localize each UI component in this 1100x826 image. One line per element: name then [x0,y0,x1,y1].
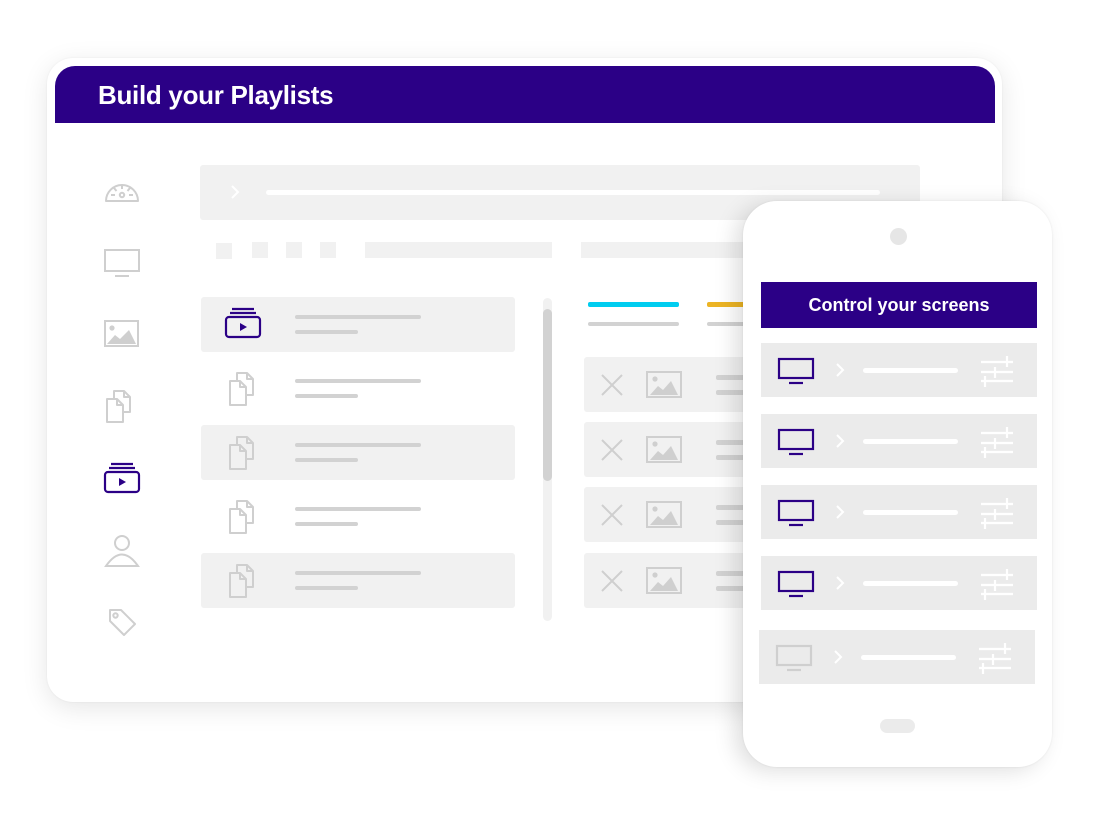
screen-row[interactable] [761,343,1037,397]
phone-title: Control your screens [808,295,990,315]
settings-sliders-icon[interactable] [979,496,1015,530]
screen-row[interactable] [761,485,1037,539]
close-icon[interactable] [598,501,626,529]
item-subtitle-placeholder [295,586,358,590]
playlist-icon[interactable] [102,462,142,498]
media-row[interactable] [584,422,764,477]
item-subtitle-placeholder [295,522,358,526]
toolbar-button[interactable] [252,242,268,258]
search-field-placeholder[interactable] [365,242,552,258]
close-icon[interactable] [598,436,626,464]
chevron-right-icon[interactable] [831,646,845,668]
screen-name-placeholder [863,510,958,515]
settings-sliders-icon[interactable] [979,425,1015,459]
list-item-document[interactable] [201,425,515,480]
tag-icon[interactable] [102,604,142,640]
image-icon[interactable] [102,316,142,352]
image-icon [646,501,682,529]
documents-icon [221,435,265,471]
item-title-placeholder [295,443,421,447]
monitor-icon [775,644,813,672]
list-item-document[interactable] [201,361,515,416]
list-item-document[interactable] [201,489,515,544]
chevron-right-icon[interactable] [833,359,847,381]
image-icon [646,436,682,464]
chevron-right-icon [226,180,244,204]
item-subtitle-placeholder [295,458,358,462]
chevron-right-icon[interactable] [833,572,847,594]
screen-row-offline[interactable] [759,630,1035,684]
user-icon[interactable] [102,533,142,569]
item-subtitle-placeholder [295,394,358,398]
screen-name-placeholder [863,368,958,373]
tab-label-placeholder[interactable] [588,322,679,326]
scrollbar-thumb[interactable] [543,309,552,481]
playlist-icon [221,307,265,343]
breadcrumb-placeholder [266,190,880,195]
documents-icon[interactable] [102,388,142,424]
image-icon [646,371,682,399]
list-item-playlist[interactable] [201,297,515,352]
camera-dot [890,228,907,245]
documents-icon [221,371,265,407]
monitor-icon [777,570,815,598]
page-title: Build your Playlists [98,80,334,110]
item-title-placeholder [295,315,421,319]
documents-icon [221,499,265,535]
dashboard-gauge-icon[interactable] [102,174,142,210]
phone-home-button[interactable] [880,719,915,733]
image-icon [646,567,682,595]
list-item-document[interactable] [201,553,515,608]
toolbar-button[interactable] [286,242,302,258]
item-title-placeholder [295,571,421,575]
monitor-icon[interactable] [102,245,142,281]
settings-sliders-icon[interactable] [979,354,1015,388]
toolbar-button[interactable] [216,243,232,259]
tab-active-indicator[interactable] [588,302,679,307]
screen-name-placeholder [863,581,958,586]
item-title-placeholder [295,379,421,383]
filter-field-placeholder[interactable] [581,242,761,258]
toolbar-button[interactable] [320,242,336,258]
screen-name-placeholder [861,655,956,660]
screen-row[interactable] [761,556,1037,610]
chevron-right-icon[interactable] [833,430,847,452]
item-title-placeholder [295,507,421,511]
screen-name-placeholder [863,439,958,444]
settings-sliders-icon[interactable] [979,567,1015,601]
settings-sliders-icon[interactable] [977,641,1013,675]
chevron-right-icon[interactable] [833,501,847,523]
close-icon[interactable] [598,567,626,595]
media-row[interactable] [584,487,764,542]
screen-row[interactable] [761,414,1037,468]
documents-icon [221,563,265,599]
media-row[interactable] [584,357,764,412]
monitor-icon [777,428,815,456]
monitor-icon [777,357,815,385]
item-subtitle-placeholder [295,330,358,334]
monitor-icon [777,499,815,527]
close-icon[interactable] [598,371,626,399]
media-row[interactable] [584,553,764,608]
